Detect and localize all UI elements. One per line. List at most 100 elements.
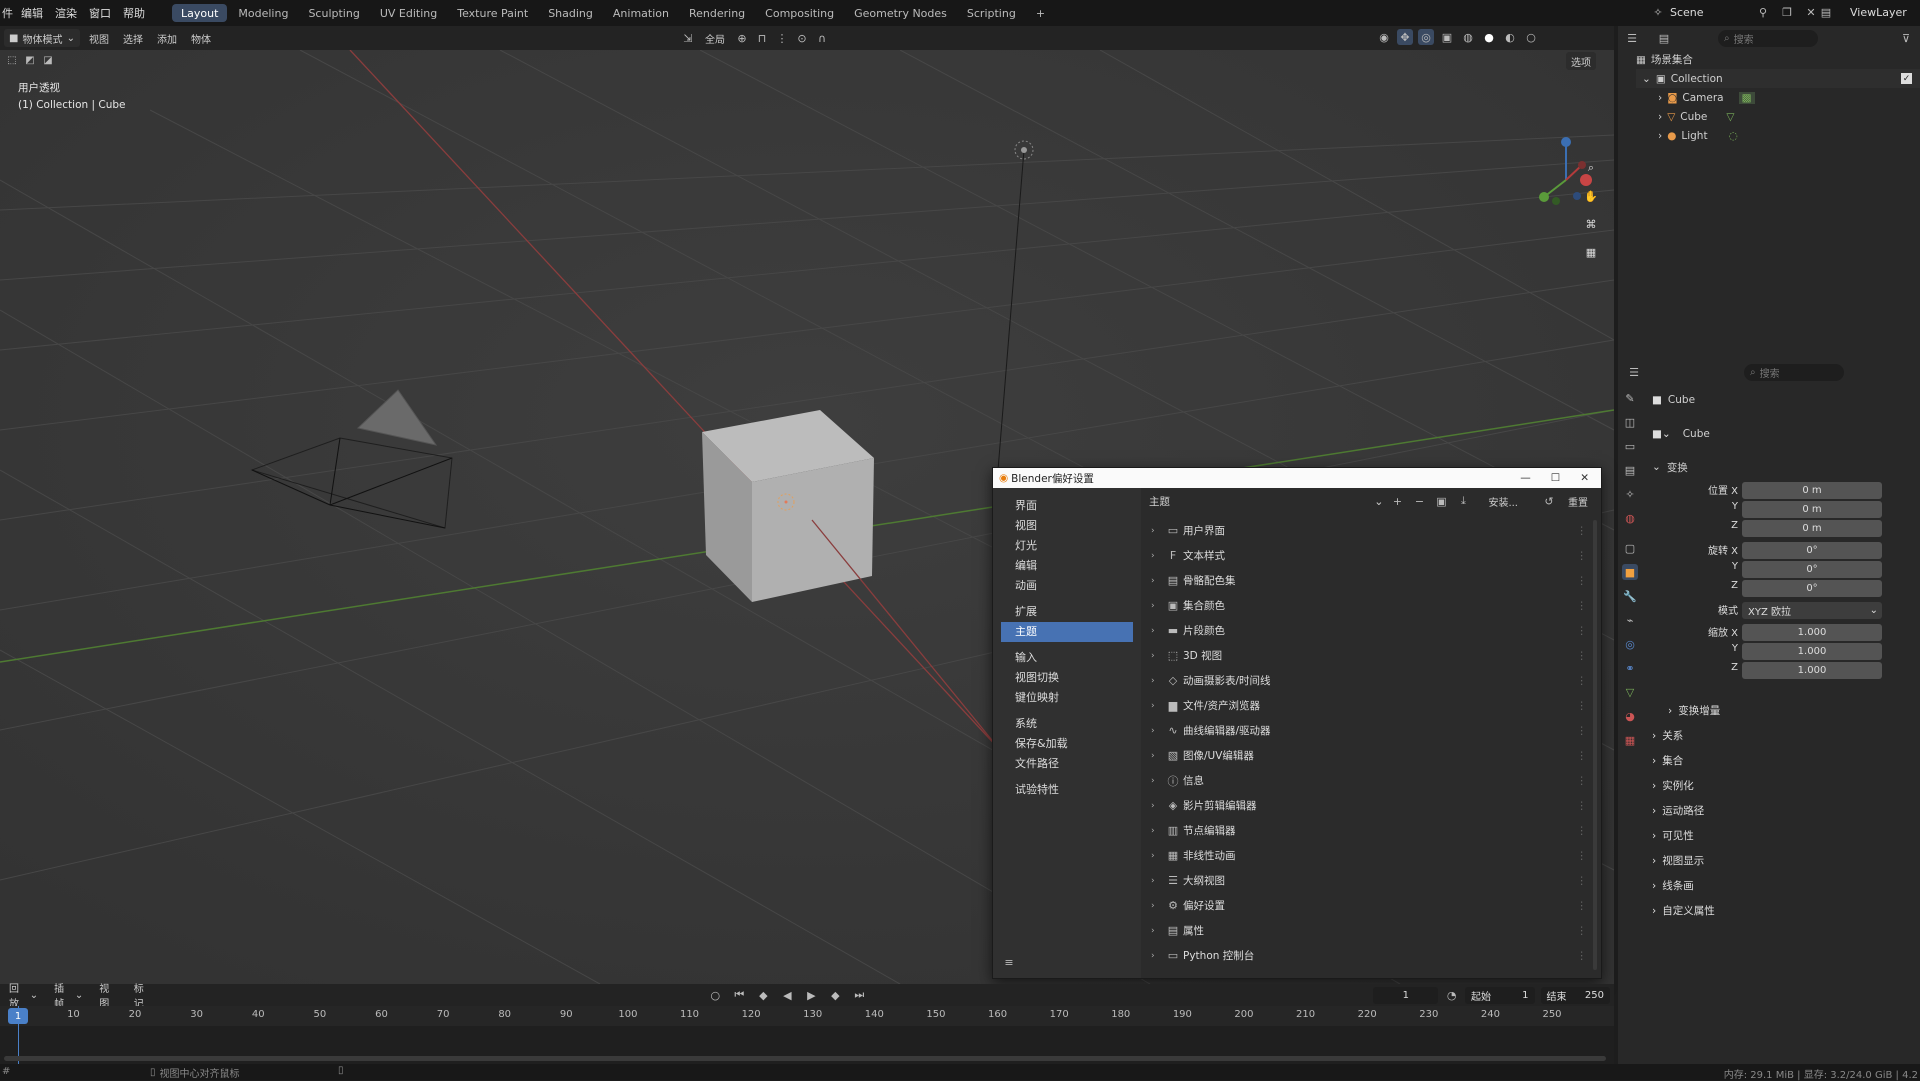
tab-texture-paint[interactable]: Texture Paint [448,4,537,22]
tab-compositing[interactable]: Compositing [756,4,843,22]
theme-section-row[interactable]: › ▬ 片段颜色 ⋮ [1141,618,1601,643]
outliner-item-cube[interactable]: › ▽ Cube ▽ [1636,107,1920,126]
transform-space-dropdown[interactable]: 全局 [700,29,730,47]
light-data-icon[interactable]: ◌ [1729,130,1738,142]
checkbox-icon[interactable]: ✓ [1901,73,1912,84]
nav-system[interactable]: 系统 [1001,714,1133,734]
theme-section-row[interactable]: › ◈ 影片剪辑编辑器 ⋮ [1141,793,1601,818]
preferences-window[interactable]: ◉ Blender偏好设置 — ☐ ✕ 界面 视图 灯光 编辑 动画 扩展 主题… [992,467,1602,979]
install-button[interactable]: 安装... [1483,492,1523,510]
rotation-y-field[interactable]: 0° [1742,561,1882,578]
camera-data-icon[interactable]: ▩ [1738,91,1755,104]
options-dropdown[interactable]: 选项 [1566,52,1596,70]
output-tab-icon[interactable]: ▭ [1622,438,1638,454]
drag-handle-icon[interactable]: ⋮ [1577,650,1588,662]
viewlayer-selector[interactable]: ▤ ViewLayer [1818,4,1907,20]
view-layer-tab-icon[interactable]: ▤ [1622,462,1638,478]
pivot-icon[interactable]: ⊕ [734,30,750,46]
close-icon[interactable]: ✕ [1803,4,1819,20]
object-tab-icon[interactable]: ■ [1622,564,1638,580]
select-menu[interactable]: 选择 [118,29,148,47]
wireframe-shading-icon[interactable]: ◍ [1460,29,1476,45]
panel-relations[interactable]: › 关系 [1652,723,1912,748]
timeline-scrollbar[interactable] [4,1056,1606,1061]
transform-orientation-icon[interactable]: ⇲ [680,30,696,46]
menu-window[interactable]: 窗口 [83,5,117,21]
panel-line-art[interactable]: › 线条画 [1652,873,1912,898]
drag-handle-icon[interactable]: ⋮ [1577,950,1588,962]
drag-handle-icon[interactable]: ⋮ [1577,825,1588,837]
outliner-editor-type-icon[interactable]: ☰ [1624,30,1640,46]
collection-tab-icon[interactable]: ▢ [1622,540,1638,556]
drag-handle-icon[interactable]: ⋮ [1577,750,1588,762]
add-menu[interactable]: 添加 [152,29,182,47]
drag-handle-icon[interactable]: ⋮ [1577,700,1588,712]
xray-icon[interactable]: ▣ [1439,29,1455,45]
theme-section-row[interactable]: › ▤ 属性 ⋮ [1141,918,1601,943]
start-frame-field[interactable]: 起始 1 [1465,986,1535,1004]
tab-layout[interactable]: Layout [172,4,228,22]
object-menu[interactable]: 物体 [186,29,216,47]
theme-section-row[interactable]: › ▥ 节点编辑器 ⋮ [1141,818,1601,843]
nav-viewport[interactable]: 视图 [1001,516,1133,536]
tab-modeling[interactable]: Modeling [229,4,297,22]
theme-section-row[interactable]: › ☰ 大纲视图 ⋮ [1141,868,1601,893]
nav-editing[interactable]: 编辑 [1001,556,1133,576]
scene-collection-row[interactable]: ▦ 场景集合 [1636,50,1920,69]
remove-preset-icon[interactable]: − [1411,493,1427,509]
drag-handle-icon[interactable]: ⋮ [1577,575,1588,587]
tool-tab-icon[interactable]: ✎ [1622,390,1638,406]
nav-save-load[interactable]: 保存&加载 [1001,734,1133,754]
drag-handle-icon[interactable]: ⋮ [1577,625,1588,637]
tab-animation[interactable]: Animation [604,4,678,22]
visibility-icon[interactable]: ◉ [1376,29,1392,45]
theme-section-row[interactable]: › F 文本样式 ⋮ [1141,543,1601,568]
end-frame-field[interactable]: 结束 250 [1540,986,1611,1004]
tab-uv-editing[interactable]: UV Editing [371,4,446,22]
theme-section-row[interactable]: › ⬚ 3D 视图 ⋮ [1141,643,1601,668]
play-reverse-icon[interactable]: ◀ [779,987,795,1003]
mode-dropdown[interactable]: ■ 物体模式 ⌄ [4,29,80,47]
nav-file-paths[interactable]: 文件路径 [1001,754,1133,774]
pan-hand-icon[interactable]: ✋ [1583,188,1599,204]
rotation-mode-dropdown[interactable]: XYZ 欧拉 ⌄ [1742,602,1882,619]
snap-icon[interactable]: ⊓ [754,30,770,46]
falloff-icon[interactable]: ∩ [814,30,830,46]
menu-file[interactable]: 件 [0,5,15,21]
add-preset-icon[interactable]: + [1389,493,1405,509]
data-tab-icon[interactable]: ▽ [1622,684,1638,700]
menu-help[interactable]: 帮助 [117,5,151,21]
properties-search-input[interactable]: ⌕ 搜索 [1744,363,1844,381]
nav-lights[interactable]: 灯光 [1001,536,1133,556]
tab-shading[interactable]: Shading [539,4,602,22]
nav-extensions[interactable]: 扩展 [1001,602,1133,622]
reset-button[interactable]: 重置 [1563,492,1593,510]
import-icon[interactable]: ⤓ [1455,493,1471,509]
drag-handle-icon[interactable]: ⋮ [1577,850,1588,862]
nav-themes[interactable]: 主题 [1001,622,1133,642]
close-icon[interactable]: ✕ [1580,472,1589,484]
current-frame-field[interactable]: 1 [1373,986,1439,1004]
theme-section-row[interactable]: › ▭ 用户界面 ⋮ [1141,518,1601,543]
prev-keyframe-icon[interactable]: ◆ [755,987,771,1003]
prefs-titlebar[interactable]: ◉ Blender偏好设置 — ☐ ✕ [993,468,1601,488]
tab-geometry-nodes[interactable]: Geometry Nodes [845,4,956,22]
view-menu[interactable]: 视图 [84,29,114,47]
overlay-icon[interactable]: ◎ [1418,29,1434,45]
next-keyframe-icon[interactable]: ◆ [827,987,843,1003]
particles-tab-icon[interactable]: ⌁ [1622,612,1638,628]
theme-preset-dropdown[interactable]: 主题 ⌄ [1149,494,1383,509]
rotation-z-field[interactable]: 0° [1742,580,1882,597]
scene-name[interactable]: Scene [1670,6,1704,19]
texture-tab-icon[interactable]: ▦ [1622,732,1638,748]
new-scene-icon[interactable]: ❐ [1779,4,1795,20]
drag-handle-icon[interactable]: ⋮ [1577,800,1588,812]
outliner-search-input[interactable]: ⌕ 搜索 [1718,29,1818,47]
playhead-frame-badge[interactable]: 1 [8,1008,28,1024]
tab-sculpting[interactable]: Sculpting [299,4,368,22]
location-z-field[interactable]: 0 m [1742,520,1882,537]
transform-panel-header[interactable]: ⌄ 变换 [1652,456,1912,478]
drag-handle-icon[interactable]: ⋮ [1577,725,1588,737]
theme-section-row[interactable]: › ▆ 文件/资产浏览器 ⋮ [1141,693,1601,718]
minimize-icon[interactable]: — [1520,472,1531,484]
